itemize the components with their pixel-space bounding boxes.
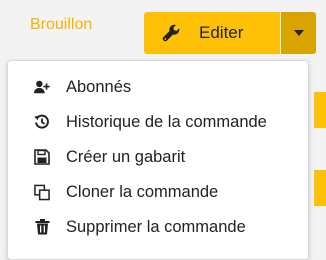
menu-item-supprimer[interactable]: Supprimer la commande [8,210,308,244]
edit-dropdown-toggle[interactable] [281,12,316,54]
menu-item-historique[interactable]: Historique de la commande [8,105,308,139]
save-icon [34,149,50,165]
background-button-edge [314,92,326,128]
clone-icon [34,184,50,200]
caret-down-icon [293,30,304,36]
menu-item-label: Supprimer la commande [66,217,246,236]
status-label: Brouillon [30,16,93,33]
menu-item-label: Historique de la commande [66,112,267,131]
menu-item-label: Abonnés [66,77,132,96]
menu-item-creer-gabarit[interactable]: Créer un gabarit [8,140,308,174]
actions-dropdown-menu: Abonnés Historique de la commande Créer … [7,60,309,260]
menu-item-label: Cloner la commande [66,182,219,201]
edit-button[interactable]: Editer [144,12,280,54]
menu-item-abonnes[interactable]: Abonnés [8,70,308,104]
menu-item-cloner[interactable]: Cloner la commande [8,175,308,209]
menu-item-label: Créer un gabarit [66,147,186,166]
trash-icon [34,219,50,235]
edit-button-label: Editer [199,23,244,42]
wrench-icon [162,24,180,42]
history-icon [34,114,50,130]
user-plus-icon [34,79,50,95]
background-button-edge [314,170,326,206]
